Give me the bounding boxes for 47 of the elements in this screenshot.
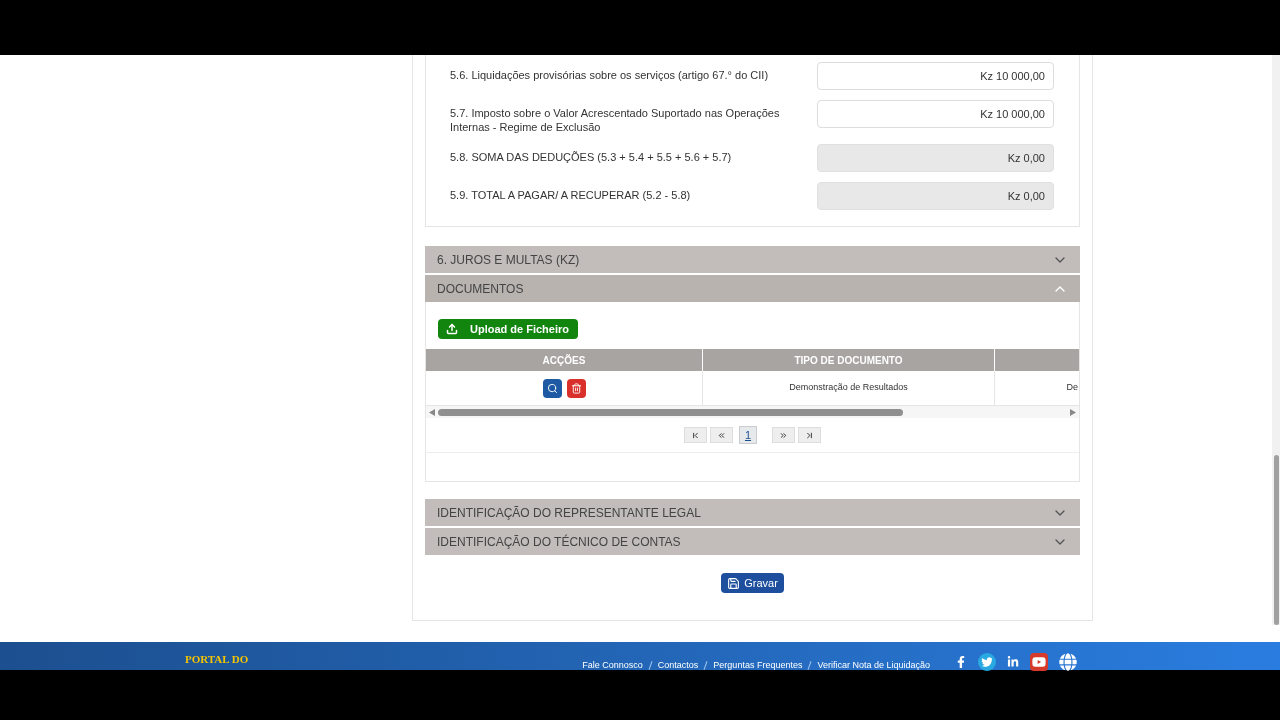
amount-field[interactable]: Kz 10 000,00 [817,100,1054,128]
previous-page-button[interactable] [710,427,733,443]
trash-icon [570,382,582,394]
accordion-header[interactable]: IDENTIFICAÇÃO DO TÉCNICO DE CONTAS [425,528,1080,555]
field-label: 5.9. TOTAL A PAGAR/ A RECUPERAR (5.2 - 5.8) [450,188,692,202]
globe-icon[interactable] [1059,653,1077,671]
field-label: 5.8. SOMA DAS DEDUÇÕES (5.3 + 5.4 + 5.5 + 5.6 + 5.7) [450,150,733,164]
previous-page-icon [717,430,726,440]
amount-field: Kz 0,00 [817,182,1054,210]
amount-field[interactable]: Kz 10 000,00 [817,62,1054,90]
first-page-icon [691,430,700,440]
save-button[interactable]: Gravar [721,573,784,593]
delete-button[interactable] [566,378,586,398]
search-icon [546,382,558,394]
accordion-header[interactable]: DOCUMENTOS [425,275,1080,302]
save-icon [727,576,741,590]
horizontal-scrollbar[interactable] [426,406,1079,418]
upload-icon [446,323,458,335]
next-page-button[interactable] [772,427,795,443]
field-label: 5.6. Liquidações provisórias sobre os serviços (artigo 67.° do CII) [450,68,770,82]
scroll-right-icon[interactable] [1070,408,1076,416]
amount-field: Kz 0,00 [817,144,1054,172]
table-cell: De [1066,381,1079,395]
footer-logo: PORTAL DO [185,652,249,665]
field-label: 5.7. Imposto sobre o Valor Acrescentado Suportado nas Operações Internas - Regime de Exclusão [450,106,780,134]
page-button[interactable]: 1 [739,426,757,444]
view-button[interactable] [542,378,562,398]
accordion-header[interactable]: IDENTIFICAÇÃO DO REPRESENTANTE LEGAL [425,499,1080,526]
column-header: TIPO DE DOCUMENTO [703,349,995,371]
linkedin-icon[interactable] [1007,656,1019,668]
table-cell: Demonstração de Resultados [789,381,908,395]
column-header: ACÇÕES [426,349,703,371]
facebook-icon[interactable] [955,656,967,668]
footer-link[interactable]: Verificar Nota de Liquidação [817,661,930,670]
footer-link[interactable]: Perguntas Frequentes [713,661,803,670]
next-page-icon [779,430,788,440]
last-page-icon [805,430,814,440]
footer-link[interactable]: Contactos [657,661,699,670]
last-page-button[interactable] [798,427,821,443]
upload-button[interactable]: Upload de Ficheiro [438,319,578,339]
bird-icon[interactable] [978,653,996,671]
first-page-button[interactable] [684,427,707,443]
vertical-scrollbar[interactable] [1272,55,1280,625]
footer-link[interactable]: Fale Connosco [582,661,643,670]
video-icon[interactable] [1030,653,1048,671]
scroll-left-icon[interactable] [429,408,435,416]
accordion-header[interactable]: 6. JUROS E MULTAS (KZ) [425,246,1080,273]
